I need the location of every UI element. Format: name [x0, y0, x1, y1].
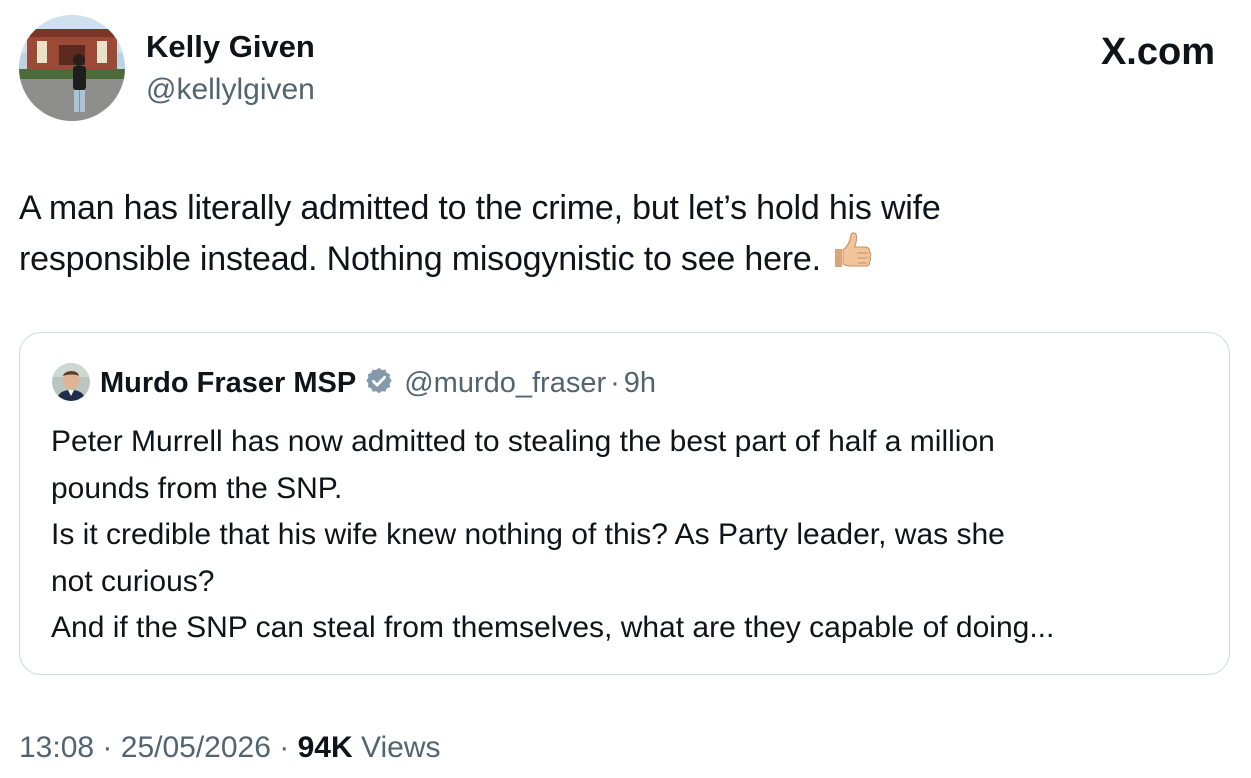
author-name[interactable]: Kelly Given	[146, 27, 315, 67]
views-label: Views	[361, 731, 441, 764]
author-avatar[interactable]	[19, 15, 125, 121]
author-avatar-image	[19, 15, 125, 121]
quoted-text-line: Is it credible that his wife knew nothin…	[51, 518, 1005, 551]
quoted-tweet-text: Peter Murrell has now admitted to steali…	[51, 419, 1211, 652]
tweet-text: A man has literally admitted to the crim…	[19, 183, 1199, 289]
quoted-text-line: not curious?	[51, 564, 215, 598]
quoted-author-handle[interactable]: @murdo_fraser	[404, 363, 606, 403]
quoted-author-avatar-image	[52, 363, 90, 401]
tweet-text-line: responsible instead. Nothing misogynisti…	[19, 230, 1199, 289]
views-count: 94K	[297, 731, 353, 764]
quoted-text-line: Peter Murrell has now admitted to steali…	[51, 425, 995, 458]
quoted-tweet-card[interactable]: Murdo Fraser MSP @murdo_fraser · 9h Pete…	[19, 332, 1230, 675]
quoted-author-avatar[interactable]	[52, 363, 90, 401]
tweet-date[interactable]: 25/05/2026	[121, 731, 271, 764]
quoted-separator: ·	[610, 367, 620, 399]
verified-badge-icon	[364, 366, 394, 401]
meta-separator: ·	[279, 731, 290, 764]
tweet-time[interactable]: 13:08	[19, 731, 94, 764]
quoted-tweet-time[interactable]: 9h	[624, 363, 656, 403]
x-brand-logo: X.com	[1100, 31, 1215, 73]
quoted-author-name[interactable]: Murdo Fraser MSP	[100, 363, 356, 403]
tweet-text-line-content: responsible instead. Nothing misogynisti…	[19, 239, 821, 278]
quoted-text-line: And if the SNP can steal from themselves…	[51, 611, 1055, 644]
quoted-tweet-header: Murdo Fraser MSP @murdo_fraser · 9h	[100, 363, 656, 403]
tweet-text-line: A man has literally admitted to the crim…	[19, 189, 941, 227]
tweet-meta: 13:08 · 25/05/2026 · 94K Views	[19, 726, 440, 770]
quoted-text-line: pounds from the SNP.	[51, 471, 343, 505]
thumbs-up-icon	[831, 230, 873, 286]
meta-separator: ·	[102, 731, 113, 764]
author-handle[interactable]: @kellylgiven	[146, 70, 315, 110]
